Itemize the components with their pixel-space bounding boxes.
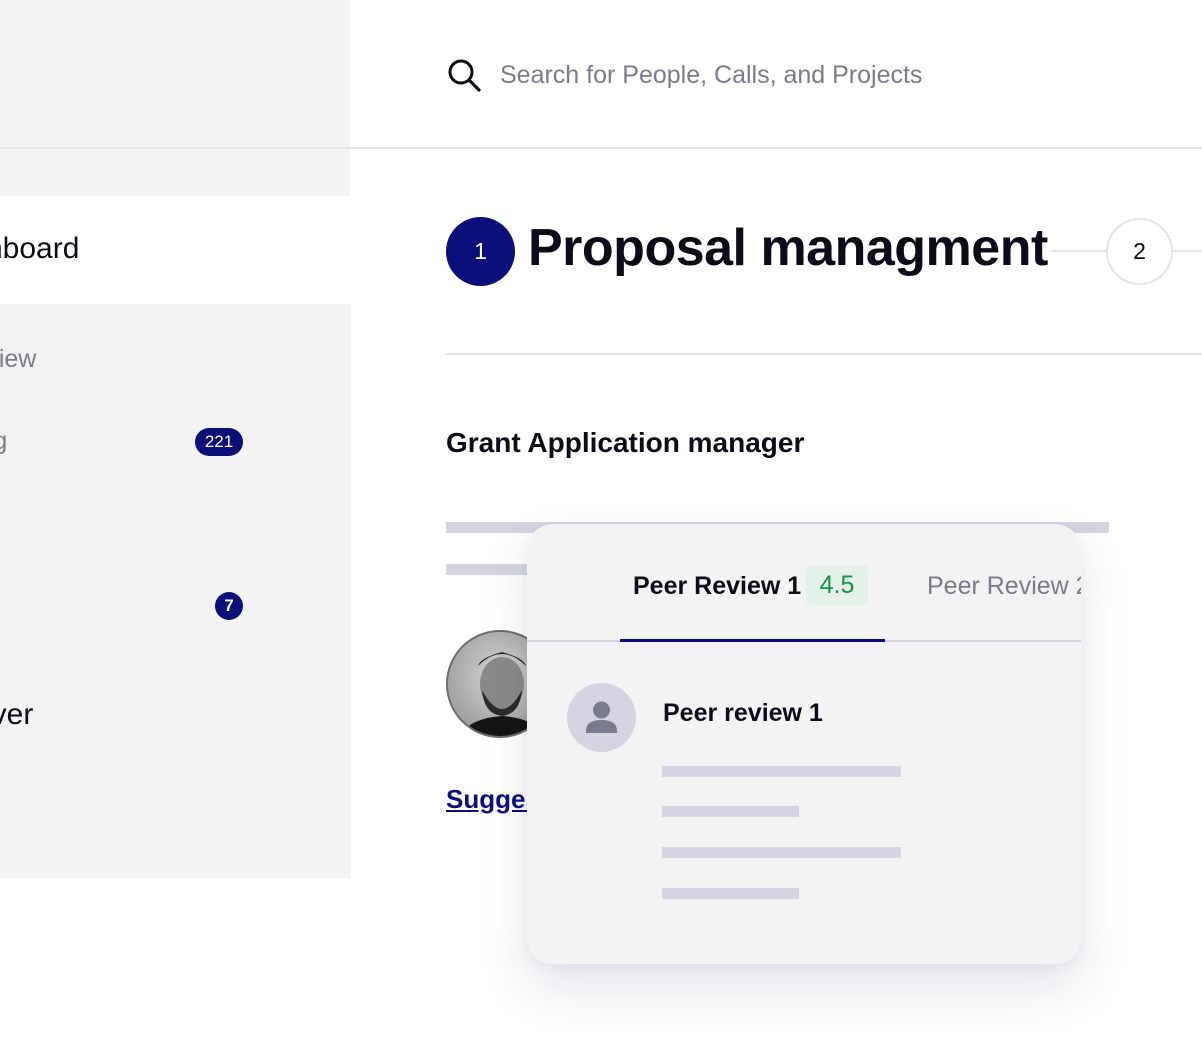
step-2-indicator[interactable]: 2	[1106, 218, 1173, 285]
search-input[interactable]	[500, 56, 1100, 94]
skeleton-line	[662, 888, 799, 899]
suggest-link[interactable]: Sugges	[446, 784, 540, 815]
ongoing-count-badge: 221	[195, 428, 243, 456]
active-tab-indicator	[620, 639, 885, 642]
drafts-count-badge: 7	[215, 592, 243, 620]
skeleton-line	[662, 766, 901, 777]
skeleton-line	[446, 564, 536, 575]
stepper-connector-right	[1173, 250, 1202, 252]
avatar	[567, 683, 636, 752]
section-heading: Grant Application manager	[446, 427, 805, 458]
skeleton-line	[662, 806, 799, 817]
sidebar-item-dashboard-label[interactable]: hboard	[0, 232, 79, 266]
page-title: Proposal managment	[528, 219, 1048, 277]
sidebar-item-discover[interactable]: cover	[0, 698, 33, 732]
user-icon	[586, 701, 617, 733]
score-badge: 4.5	[806, 565, 868, 605]
sidebar-header	[0, 0, 350, 196]
stepper-connector	[1051, 250, 1106, 252]
tab-peer-review-2[interactable]: Peer Review 2	[927, 572, 1081, 601]
sidebar-item-overview[interactable]: rview	[0, 345, 36, 374]
search-icon[interactable]	[446, 57, 482, 93]
reviewer-name: Peer review 1	[663, 699, 823, 727]
step-1-indicator[interactable]: 1	[446, 217, 515, 286]
sidebar-item-ongoing[interactable]: oing	[0, 427, 7, 456]
peer-review-card: Peer Review 1 4.5 Peer Review 2 Peer rev…	[527, 524, 1081, 964]
main-divider	[446, 353, 1202, 355]
skeleton-line	[662, 847, 901, 858]
sidebar-divider	[0, 147, 350, 149]
tab-peer-review-1[interactable]: Peer Review 1	[633, 572, 801, 601]
sidebar-submenu	[0, 304, 351, 878]
header-divider	[350, 147, 1202, 149]
